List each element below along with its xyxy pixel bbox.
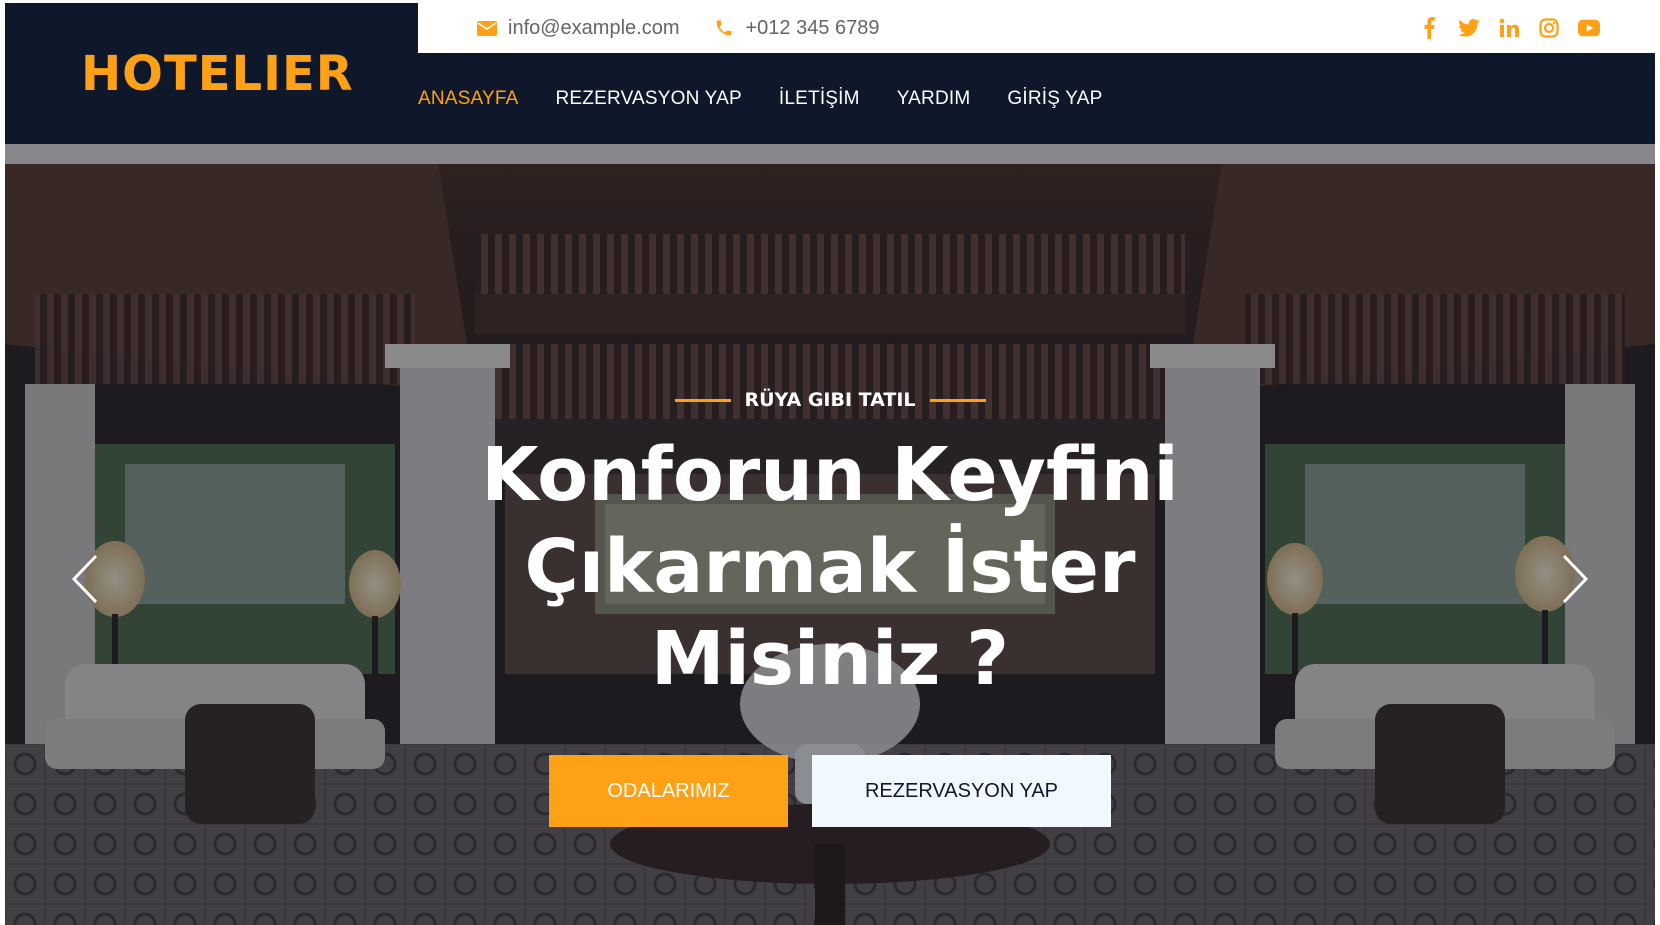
chevron-right-icon (1562, 554, 1589, 604)
subtitle-line-left (674, 398, 731, 402)
subtitle-line-right (929, 398, 986, 402)
hero-buttons: ODALARIMIZ REZERVASYON YAP (5, 755, 1655, 827)
carousel-next-button[interactable] (1555, 549, 1595, 609)
book-now-button[interactable]: REZERVASYON YAP (812, 755, 1111, 827)
facebook-icon[interactable] (1418, 17, 1440, 39)
hero-subtitle-text: RÜYA GIBI TATIL (744, 389, 916, 411)
phone-text: +012 345 6789 (745, 16, 880, 39)
nav-item-booking[interactable]: REZERVASYON YAP (556, 88, 742, 110)
our-rooms-button[interactable]: ODALARIMIZ (549, 755, 788, 827)
headline-line-3: Misiniz ? (650, 616, 1010, 702)
carousel-prev-button[interactable] (65, 549, 105, 609)
instagram-icon[interactable] (1538, 17, 1560, 39)
top-bar: info@example.com +012 345 6789 (418, 3, 1655, 53)
contact-phone: +012 345 6789 (713, 16, 880, 40)
hero-subtitle: RÜYA GIBI TATIL (5, 389, 1655, 411)
nav-item-help[interactable]: YARDIM (897, 88, 971, 110)
chevron-left-icon (71, 554, 98, 604)
social-links (1418, 17, 1600, 39)
youtube-icon[interactable] (1578, 17, 1600, 39)
envelope-icon (476, 18, 498, 38)
hero-carousel: RÜYA GIBI TATIL Konforun Keyfini Çıkarma… (5, 144, 1655, 925)
linkedin-icon[interactable] (1498, 17, 1520, 39)
phone-icon (713, 18, 735, 38)
headline-line-2: Çıkarmak İster (524, 524, 1136, 610)
hero-headline: Konforun Keyfini Çıkarmak İster Misiniz … (430, 429, 1230, 705)
nav-item-contact[interactable]: İLETİŞİM (779, 88, 860, 110)
nav-item-login[interactable]: GİRİŞ YAP (1007, 88, 1102, 110)
nav-item-home[interactable]: ANASAYFA (418, 88, 519, 110)
headline-line-1: Konforun Keyfini (481, 432, 1179, 518)
twitter-icon[interactable] (1458, 17, 1480, 39)
main-nav: ANASAYFA REZERVASYON YAP İLETİŞİM YARDIM… (418, 53, 1655, 144)
email-text: info@example.com (508, 16, 680, 39)
brand-logo-text[interactable]: HOTELIER (81, 46, 354, 102)
brand-block[interactable]: HOTELIER (5, 3, 418, 144)
contact-email: info@example.com (476, 17, 679, 40)
page-frame: HOTELIER info@example.com +012 345 6789 (5, 3, 1655, 925)
